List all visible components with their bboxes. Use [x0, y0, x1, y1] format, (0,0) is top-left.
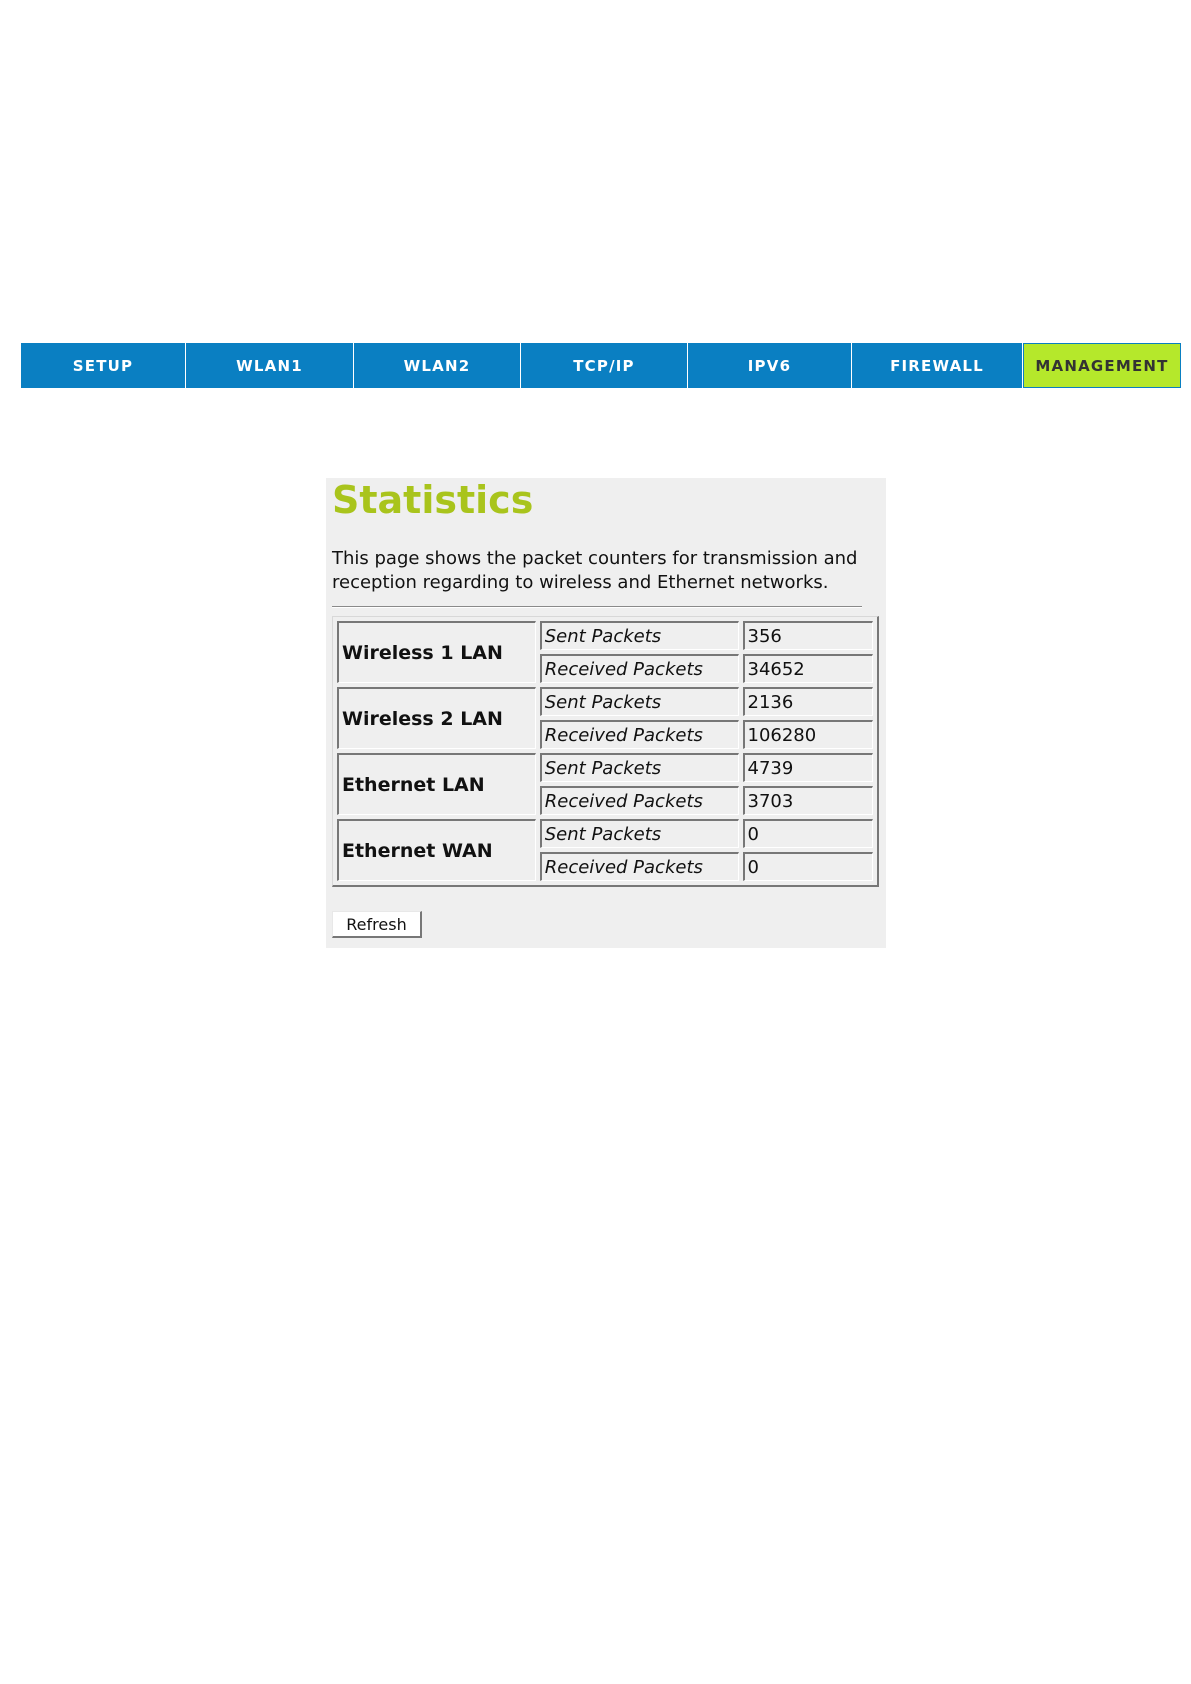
metric-label: Sent Packets	[539, 819, 739, 848]
metric-label: Sent Packets	[539, 687, 739, 716]
divider	[332, 606, 862, 608]
tab-wlan1[interactable]: WLAN1	[186, 343, 354, 388]
tab-tcpip[interactable]: TCP/IP	[521, 343, 688, 388]
metric-value: 106280	[742, 720, 873, 749]
metric-label: Received Packets	[539, 852, 739, 881]
main-navigation: SETUP WLAN1 WLAN2 TCP/IP IPV6 FIREWALL M…	[21, 343, 1181, 388]
statistics-table: Wireless 1 LAN Sent Packets 356 Received…	[332, 616, 879, 887]
table-row: Wireless 1 LAN Sent Packets 356	[337, 621, 873, 683]
metric-label: Sent Packets	[539, 753, 739, 782]
metric-label: Received Packets	[539, 720, 739, 749]
metric-label: Received Packets	[539, 654, 739, 683]
interface-name-ethernet-wan: Ethernet WAN	[337, 819, 536, 881]
metric-label: Sent Packets	[539, 621, 739, 650]
table-row: Ethernet WAN Sent Packets 0	[337, 819, 873, 881]
tab-management[interactable]: MANAGEMENT	[1023, 343, 1181, 388]
metric-value: 356	[742, 621, 873, 650]
metric-value: 2136	[742, 687, 873, 716]
table-row: Wireless 2 LAN Sent Packets 2136	[337, 687, 873, 749]
metric-label: Received Packets	[539, 786, 739, 815]
tab-setup[interactable]: SETUP	[21, 343, 186, 388]
metric-value: 34652	[742, 654, 873, 683]
tab-firewall[interactable]: FIREWALL	[852, 343, 1023, 388]
refresh-button[interactable]: Refresh	[332, 911, 422, 938]
page-description: This page shows the packet counters for …	[332, 548, 858, 593]
tab-wlan2[interactable]: WLAN2	[354, 343, 521, 388]
metric-value: 0	[742, 852, 873, 881]
metric-value: 4739	[742, 753, 873, 782]
table-row: Ethernet LAN Sent Packets 4739	[337, 753, 873, 815]
interface-name-wireless-1-lan: Wireless 1 LAN	[337, 621, 536, 683]
tab-ipv6[interactable]: IPV6	[688, 343, 852, 388]
metric-value: 0	[742, 819, 873, 848]
page-title: Statistics	[332, 478, 534, 522]
interface-name-ethernet-lan: Ethernet LAN	[337, 753, 536, 815]
metric-value: 3703	[742, 786, 873, 815]
statistics-panel: Statistics This page shows the packet co…	[326, 478, 886, 948]
interface-name-wireless-2-lan: Wireless 2 LAN	[337, 687, 536, 749]
